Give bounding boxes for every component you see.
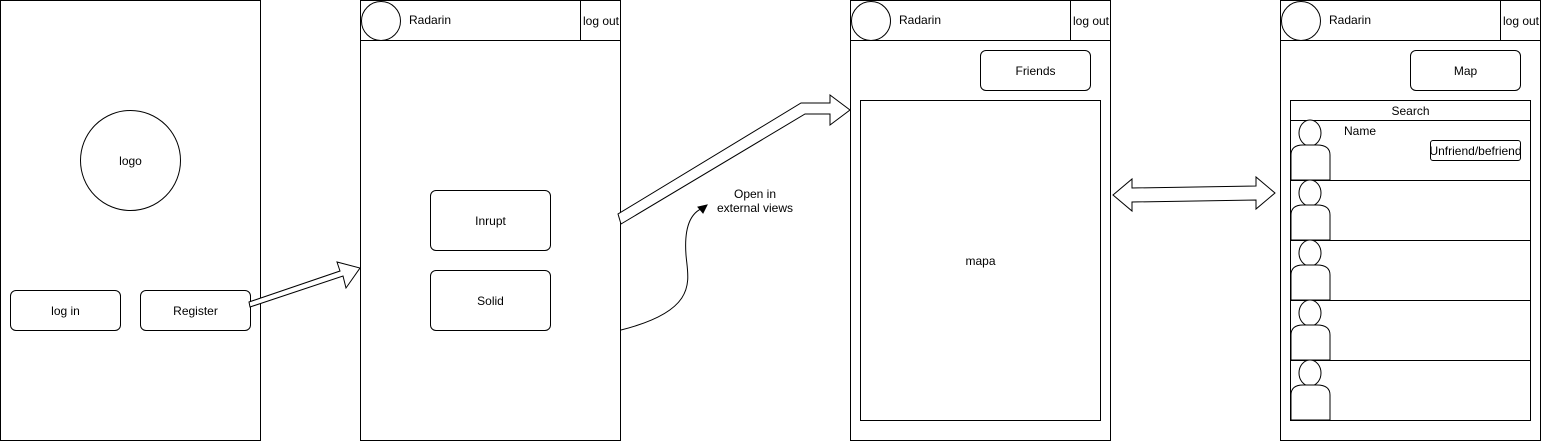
solid-button[interactable]: Solid (430, 270, 551, 331)
circle-avatar-icon (361, 1, 401, 41)
unfriend-befriend-button[interactable]: Unfriend/befriend (1429, 140, 1522, 161)
external-views-annotation: Open in external views (716, 187, 794, 215)
friends-button[interactable]: Friends (980, 50, 1091, 91)
logout-button[interactable]: log out (1500, 0, 1541, 41)
list-item[interactable] (1290, 180, 1531, 241)
list-item[interactable] (1290, 300, 1531, 361)
login-button[interactable]: log in (10, 290, 121, 331)
logo-circle: logo (80, 110, 181, 211)
search-bar[interactable]: Search (1290, 100, 1531, 121)
logout-button[interactable]: log out (1070, 0, 1111, 41)
app-title: Radarin (409, 13, 452, 27)
circle-avatar-icon (851, 1, 891, 41)
register-button[interactable]: Register (140, 290, 251, 331)
map-button[interactable]: Map (1410, 50, 1521, 91)
inrupt-button-label: Inrupt (475, 213, 506, 228)
friend-name: Name (1344, 124, 1377, 138)
solid-button-label: Solid (477, 293, 504, 308)
curved-arrow-icon (620, 207, 704, 331)
circle-avatar-icon (1281, 1, 1321, 41)
logout-button[interactable]: log out (580, 0, 621, 41)
map-button-label: Map (1453, 63, 1478, 78)
login-button-label: log in (51, 303, 80, 318)
search-label: Search (1391, 103, 1430, 118)
list-item[interactable] (1290, 240, 1531, 301)
double-block-arrow-icon (1112, 175, 1276, 213)
list-item[interactable] (1290, 360, 1531, 421)
login-screen (0, 0, 261, 441)
map-label: mapa (965, 253, 996, 268)
register-button-label: Register (173, 303, 218, 318)
app-title: Radarin (1329, 13, 1372, 27)
logo-label: logo (119, 153, 142, 168)
app-title: Radarin (899, 13, 942, 27)
inrupt-button[interactable]: Inrupt (430, 190, 551, 251)
block-arrow-icon (248, 261, 361, 308)
friends-button-label: Friends (1015, 63, 1056, 78)
map-area[interactable]: mapa (860, 100, 1101, 421)
